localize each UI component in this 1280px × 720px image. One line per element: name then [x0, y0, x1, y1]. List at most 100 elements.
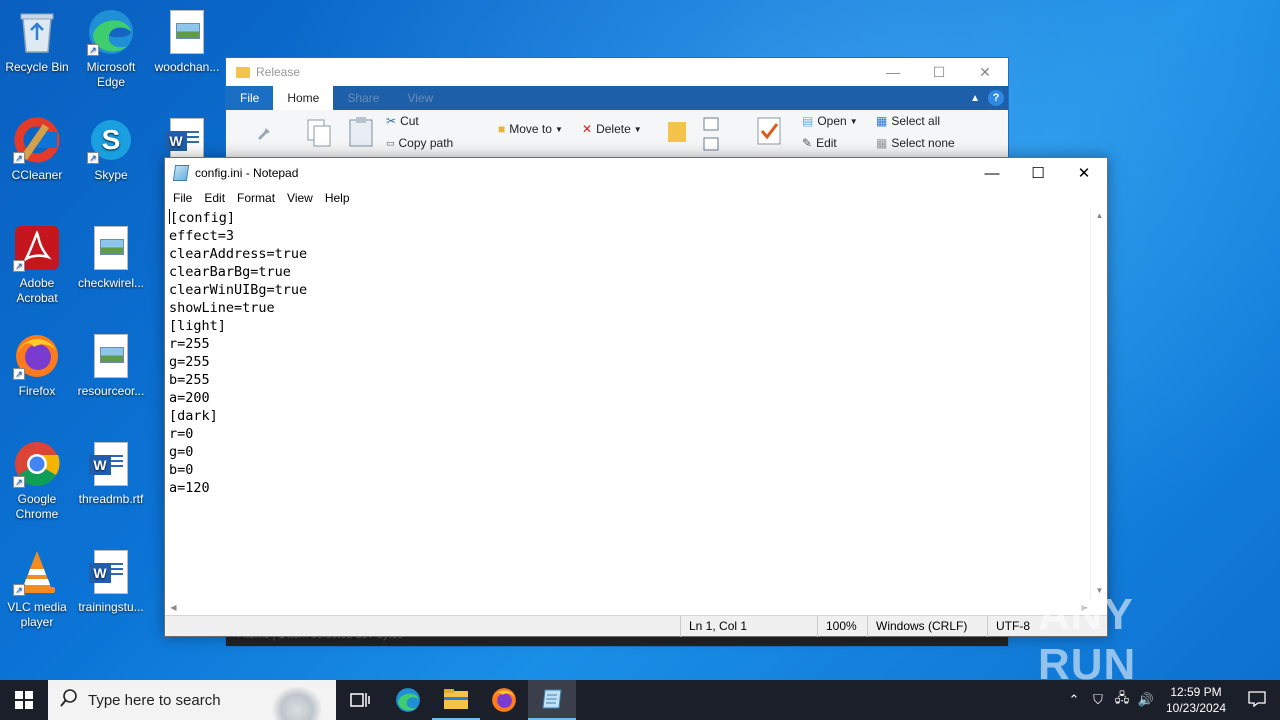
horizontal-scrollbar[interactable]: ◀ ▶: [165, 599, 1093, 616]
svg-text:S: S: [102, 124, 121, 155]
cursor-position: Ln 1, Col 1: [680, 616, 747, 637]
menu-help[interactable]: Help: [319, 191, 356, 205]
notepad-close-button[interactable]: ✕: [1061, 164, 1107, 182]
menu-format[interactable]: Format: [231, 191, 281, 205]
shortcut-arrow-icon: ↗: [13, 260, 25, 272]
copy-path-button[interactable]: ▭ Copy path: [386, 136, 453, 150]
delete-icon: ✕: [582, 122, 593, 136]
explorer-minimize-button[interactable]: —: [870, 64, 916, 80]
taskbar-search-box[interactable]: Type here to search: [48, 680, 336, 720]
vertical-scrollbar[interactable]: ▲ ▼: [1090, 207, 1107, 599]
desktop-icon-skype[interactable]: S ↗ Skype: [74, 116, 148, 183]
paste-icon[interactable]: [348, 116, 374, 148]
tab-share[interactable]: Share: [333, 86, 393, 110]
notepad-menubar: File Edit Format View Help: [165, 188, 1107, 207]
properties-icon[interactable]: [756, 116, 782, 146]
task-view-button[interactable]: [336, 680, 384, 720]
copy-path-label: Copy path: [398, 136, 454, 150]
desktop-icon-edge[interactable]: ↗ Microsoft Edge: [74, 8, 148, 90]
tab-home[interactable]: Home: [273, 86, 334, 110]
shortcut-arrow-icon: ↗: [13, 476, 25, 488]
volume-icon[interactable]: 🔊: [1134, 692, 1158, 708]
shortcut-arrow-icon: ↗: [13, 584, 25, 596]
taskbar-clock[interactable]: 12:59 PM 10/23/2024: [1158, 684, 1234, 716]
cut-button[interactable]: ✂ Cut: [386, 114, 419, 128]
shortcut-arrow-icon: ↗: [13, 152, 25, 164]
notepad-minimize-button[interactable]: —: [969, 165, 1015, 182]
shortcut-arrow-icon: ↗: [87, 152, 99, 164]
start-button[interactable]: [0, 680, 48, 720]
notepad-icon: [172, 165, 190, 181]
desktop-icon-label: Google Chrome: [15, 492, 59, 521]
tray-overflow-chevron-icon[interactable]: ⌃: [1062, 692, 1086, 708]
chevron-down-icon: ▼: [633, 124, 642, 134]
menu-file[interactable]: File: [167, 191, 198, 205]
delete-button[interactable]: ✕ Delete ▼: [582, 122, 642, 136]
ribbon-collapse-icon[interactable]: ▲: [970, 93, 980, 104]
task-view-icon: [350, 693, 370, 707]
notepad-statusbar: Ln 1, Col 1 100% Windows (CRLF) UTF-8: [165, 615, 1107, 637]
move-to-button[interactable]: ■ Move to ▼: [498, 122, 563, 136]
search-highlight-image: [272, 686, 322, 720]
scroll-up-icon[interactable]: ▲: [1091, 207, 1108, 224]
tab-view[interactable]: View: [393, 86, 447, 110]
menu-edit[interactable]: Edit: [198, 191, 231, 205]
notepad-maximize-button[interactable]: ☐: [1015, 164, 1061, 182]
select-all-button[interactable]: ▦ Select all: [876, 114, 940, 128]
menu-view[interactable]: View: [281, 191, 319, 205]
desktop-icon-woodchan[interactable]: woodchan...: [150, 8, 224, 75]
desktop-icon-resourceor[interactable]: resourceor...: [74, 332, 148, 399]
chevron-down-icon: ▼: [554, 124, 563, 134]
notepad-icon: [542, 689, 562, 709]
scroll-left-icon[interactable]: ◀: [165, 599, 182, 616]
notepad-window[interactable]: config.ini - Notepad — ☐ ✕ File Edit For…: [164, 157, 1108, 637]
taskbar-notepad-button[interactable]: [528, 680, 576, 720]
explorer-maximize-button[interactable]: ☐: [916, 64, 962, 81]
notepad-text-area[interactable]: [config] effect=3 clearAddress=true clea…: [165, 207, 1093, 599]
encoding: UTF-8: [987, 616, 1030, 637]
new-item-icon[interactable]: [702, 116, 726, 154]
taskbar-explorer-button[interactable]: [432, 680, 480, 720]
explorer-titlebar[interactable]: Release — ☐ ✕: [226, 58, 1008, 86]
desktop-icon-trainingstu[interactable]: W trainingstu...: [74, 548, 148, 615]
edit-button[interactable]: ✎ Edit: [802, 136, 837, 150]
desktop-icon-threadmb[interactable]: W threadmb.rtf: [74, 440, 148, 507]
desktop-icon-acrobat[interactable]: ↗ Adobe Acrobat: [0, 224, 74, 306]
desktop-icon-label: trainingstu...: [78, 600, 144, 614]
pin-icon[interactable]: [254, 122, 276, 144]
desktop-icon-ccleaner[interactable]: ↗ CCleaner: [0, 116, 74, 183]
desktop-icon-label: Recycle Bin: [5, 60, 69, 74]
taskbar: Type here to search ⌃ ⛉ 🖧 🔊 12:59 PM 10/…: [0, 680, 1280, 720]
select-all-label: Select all: [891, 114, 941, 128]
image-file-icon: [163, 8, 211, 56]
desktop-icon-firefox[interactable]: ↗ Firefox: [0, 332, 74, 399]
desktop-icon-chrome[interactable]: ↗ Google Chrome: [0, 440, 74, 522]
taskbar-edge-button[interactable]: [384, 680, 432, 720]
copy-path-icon: ▭: [386, 137, 395, 148]
select-none-button[interactable]: ▦ Select none: [876, 136, 955, 150]
chrome-icon: ↗: [13, 440, 61, 488]
notepad-titlebar[interactable]: config.ini - Notepad — ☐ ✕: [165, 158, 1107, 188]
desktop-icon-vlc[interactable]: ↗ VLC media player: [0, 548, 74, 630]
explorer-close-button[interactable]: ✕: [962, 64, 1008, 81]
desktop-icon-checkwirel[interactable]: checkwirel...: [74, 224, 148, 291]
tray-security-icon[interactable]: ⛉: [1086, 692, 1110, 708]
ccleaner-icon: ↗: [13, 116, 61, 164]
new-folder-icon[interactable]: [666, 118, 688, 144]
desktop-icon-recycle-bin[interactable]: Recycle Bin: [0, 8, 74, 75]
chevron-down-icon: ▼: [849, 116, 858, 126]
tab-file[interactable]: File: [226, 86, 274, 110]
edit-icon: ✎: [802, 136, 813, 150]
copy-icon[interactable]: [306, 118, 332, 148]
network-icon[interactable]: 🖧: [1110, 689, 1134, 711]
search-placeholder: Type here to search: [88, 691, 221, 709]
shortcut-arrow-icon: ↗: [87, 44, 99, 56]
desktop-icon-label: VLC media player: [7, 600, 67, 629]
taskbar-firefox-button[interactable]: [480, 680, 528, 720]
edit-label: Edit: [816, 136, 837, 150]
help-icon[interactable]: ?: [988, 90, 1004, 106]
notification-center-button[interactable]: [1234, 690, 1280, 710]
clock-date: 10/23/2024: [1165, 701, 1227, 715]
edge-icon: ↗: [87, 8, 135, 56]
open-button[interactable]: ▤ Open ▼: [802, 114, 858, 128]
